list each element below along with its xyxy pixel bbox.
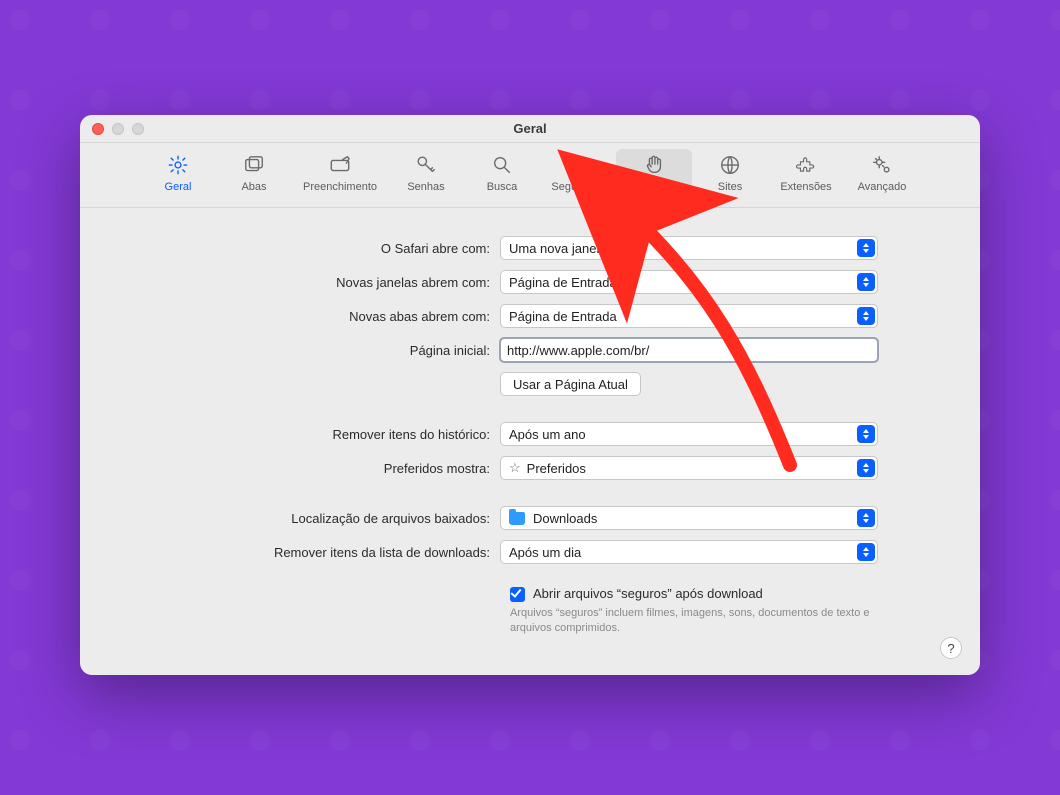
tab-label: Abas [241, 181, 266, 193]
tabs-icon [240, 153, 268, 177]
label-homepage: Página inicial: [120, 343, 500, 358]
chevrons-icon [857, 509, 875, 527]
select-value: Página de Entrada [509, 309, 617, 324]
titlebar: Geral [80, 115, 980, 143]
tab-extensoes[interactable]: Extensões [768, 149, 844, 199]
tab-abas[interactable]: Abas [216, 149, 292, 199]
label-download-location: Localização de arquivos baixados: [120, 511, 500, 526]
tab-privacidade[interactable]: Privacidade [616, 149, 692, 199]
tab-label: Geral [165, 181, 192, 193]
select-new-tabs[interactable]: Página de Entrada [500, 304, 878, 328]
tab-avancado[interactable]: Avançado [844, 149, 920, 199]
label-new-windows: Novas janelas abrem com: [120, 275, 500, 290]
chevrons-icon [857, 239, 875, 257]
tab-label: Senhas [407, 181, 444, 193]
chevrons-icon [857, 459, 875, 477]
help-button[interactable]: ? [940, 637, 962, 659]
preferences-toolbar: Geral Abas Preenchimento Senhas Busca [80, 143, 980, 208]
select-value: Após um dia [509, 545, 581, 560]
chevrons-icon [857, 425, 875, 443]
hand-icon [640, 153, 668, 177]
label-open-safe-files: Abrir arquivos “seguros” após download [533, 586, 763, 601]
tab-label: Segurança [551, 181, 604, 193]
select-value: Downloads [533, 511, 597, 526]
gear-icon [164, 153, 192, 177]
select-favorites-shows[interactable]: ☆ Preferidos [500, 456, 878, 480]
folder-icon [509, 512, 525, 525]
tab-busca[interactable]: Busca [464, 149, 540, 199]
checkbox-open-safe-files[interactable] [510, 587, 525, 602]
select-value: Após um ano [509, 427, 586, 442]
label-safari-opens-with: O Safari abre com: [120, 241, 500, 256]
label-remove-downloads: Remover itens da lista de downloads: [120, 545, 500, 560]
select-value: Uma nova janela [509, 241, 607, 256]
search-icon [488, 153, 516, 177]
select-new-windows[interactable]: Página de Entrada [500, 270, 878, 294]
select-safari-opens-with[interactable]: Uma nova janela [500, 236, 878, 260]
pen-icon [326, 153, 354, 177]
tab-label: Avançado [858, 181, 907, 193]
preferences-window: Geral Geral Abas Preenchimento Senhas [80, 115, 980, 675]
chevrons-icon [857, 543, 875, 561]
globe-icon [716, 153, 744, 177]
star-icon: ☆ [509, 460, 521, 476]
preferences-pane: O Safari abre com: Uma nova janela Novas… [80, 208, 980, 675]
tab-preenchimento[interactable]: Preenchimento [292, 149, 388, 199]
chevrons-icon [857, 273, 875, 291]
lock-icon [564, 153, 592, 177]
select-value: Preferidos [527, 461, 586, 476]
key-icon [412, 153, 440, 177]
select-remove-history[interactable]: Após um ano [500, 422, 878, 446]
tab-label: Extensões [780, 181, 831, 193]
label-remove-history: Remover itens do histórico: [120, 427, 500, 442]
tab-sites[interactable]: Sites [692, 149, 768, 199]
tab-seguranca[interactable]: Segurança [540, 149, 616, 199]
tab-label: Privacidade [625, 181, 682, 193]
puzzle-icon [792, 153, 820, 177]
chevrons-icon [857, 307, 875, 325]
tab-label: Busca [487, 181, 518, 193]
label-favorites-shows: Preferidos mostra: [120, 461, 500, 476]
select-remove-downloads[interactable]: Após um dia [500, 540, 878, 564]
tab-label: Preenchimento [303, 181, 377, 193]
use-current-page-button[interactable]: Usar a Página Atual [500, 372, 641, 396]
select-download-location[interactable]: Downloads [500, 506, 878, 530]
tab-senhas[interactable]: Senhas [388, 149, 464, 199]
input-homepage[interactable] [500, 338, 878, 362]
select-value: Página de Entrada [509, 275, 617, 290]
label-new-tabs: Novas abas abrem com: [120, 309, 500, 324]
tab-geral[interactable]: Geral [140, 149, 216, 199]
hint-safe-files: Arquivos “seguros” incluem filmes, image… [510, 606, 880, 636]
window-title: Geral [80, 121, 980, 136]
tab-label: Sites [718, 181, 742, 193]
gears-icon [868, 153, 896, 177]
